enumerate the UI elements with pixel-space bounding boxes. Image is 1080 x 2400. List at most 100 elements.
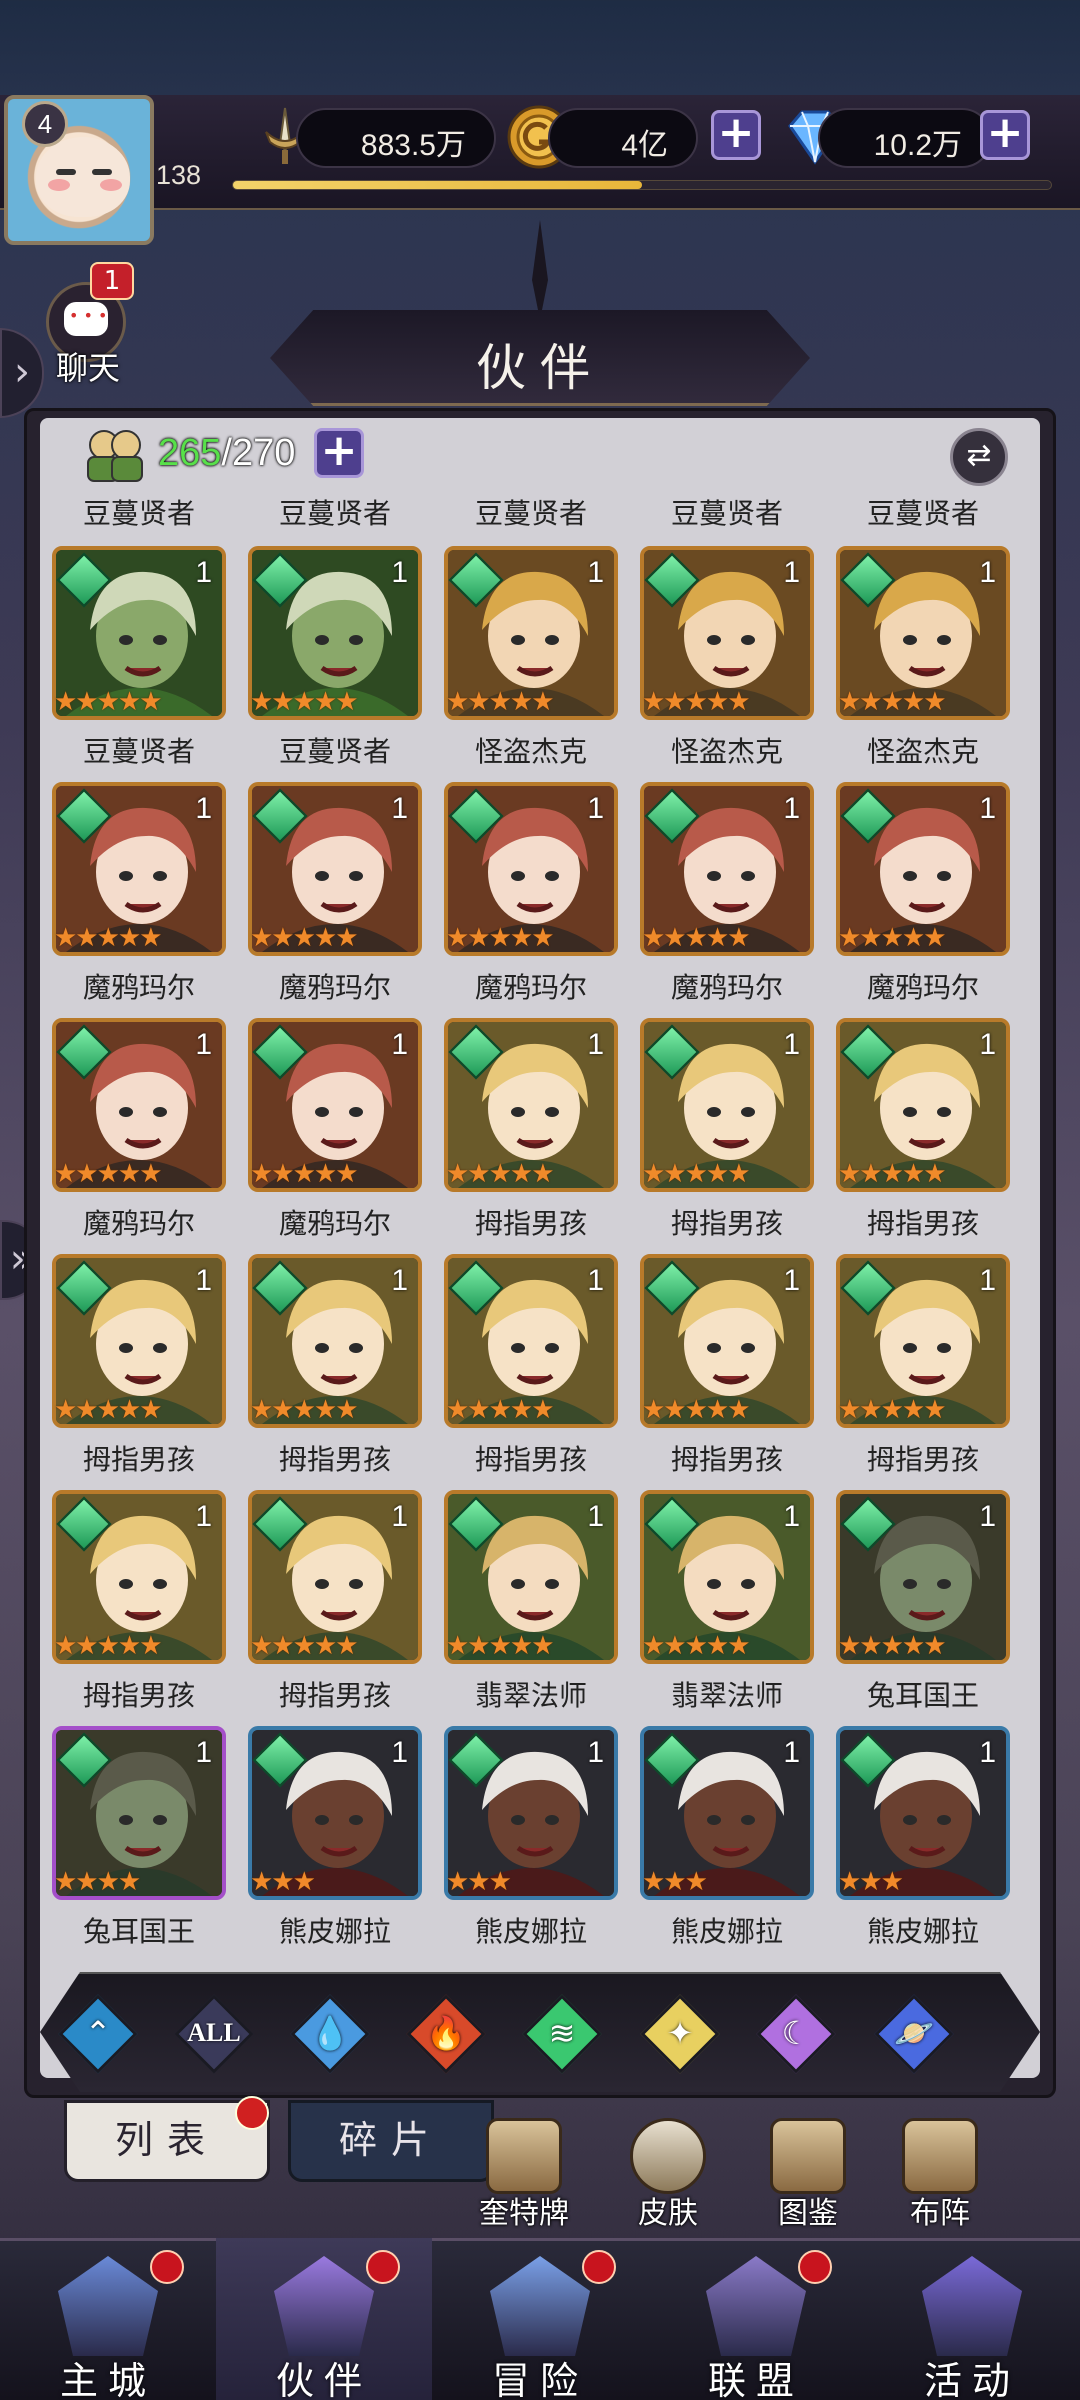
costume-icon <box>630 2118 706 2194</box>
partner-count: 1 <box>783 1500 800 1533</box>
shortcut-formation[interactable]: 布阵 <box>880 2118 1000 2231</box>
nav-shield[interactable]: 联盟 <box>648 2238 864 2400</box>
nav-witch-hat[interactable]: 伙伴 <box>216 2238 432 2400</box>
partner-name: 拇指男孩 <box>474 1207 587 1240</box>
partner-card[interactable]: 1 ★★★★★ 魔鸦玛尔 <box>246 782 424 1018</box>
partner-name: 拇指男孩 <box>670 1443 783 1476</box>
filter-fire-icon[interactable]: 🔥 <box>406 1994 486 2074</box>
card-icon <box>486 2118 562 2194</box>
nav-castle[interactable]: 主城 <box>0 2238 216 2400</box>
castle-icon <box>58 2256 158 2356</box>
partner-card[interactable]: 1 ★★★★★ 怪盗杰克 <box>442 546 620 782</box>
filter-water-drop-icon[interactable]: 💧 <box>290 1994 370 2074</box>
partner-card[interactable]: 1 ★★★★★ 魔鸦玛尔 <box>50 1018 228 1254</box>
filter-all-label: ALL <box>187 2018 241 2047</box>
partner-card[interactable]: 1 ★★★★★ 拇指男孩 <box>246 1490 424 1726</box>
partner-name: 魔鸦玛尔 <box>82 1207 195 1240</box>
partner-card[interactable]: 1 ★★★ 熊皮娜拉 <box>442 1726 620 1952</box>
partner-name: 熊皮娜拉 <box>278 1915 391 1948</box>
partner-card[interactable]: 1 ★★★★★ 拇指男孩 <box>638 1254 816 1490</box>
add-diamond-button[interactable]: + <box>980 110 1030 160</box>
partner-stars: ★★★★★ <box>446 687 555 717</box>
partner-name: 豆蔓贤者 <box>82 497 195 530</box>
partner-card[interactable]: 1 ★★★★★ 拇指男孩 <box>638 1018 816 1254</box>
partner-card[interactable]: 1 ★★★★★ 豆蔓贤者 <box>246 546 424 782</box>
filter-dark-moon-icon[interactable]: ☾ <box>756 1994 836 2074</box>
nav-notification-dot <box>798 2250 832 2284</box>
partner-stars: ★★★★★ <box>642 1159 751 1189</box>
partner-count: 1 <box>391 1264 408 1297</box>
nav-compass[interactable]: 冒险 <box>432 2238 648 2400</box>
partner-card[interactable]: 1 ★★★★★ 兔耳国王 <box>834 1490 1012 1726</box>
partner-card[interactable]: 1 ★★★★★ 魔鸦玛尔 <box>246 1018 424 1254</box>
filter-light-star-icon[interactable]: ✦ <box>640 1994 720 2074</box>
shortcut-card[interactable]: 奎特牌 <box>464 2118 584 2231</box>
nav-notification-dot <box>366 2250 400 2284</box>
partner-stars: ★★★★★ <box>838 1395 947 1425</box>
partner-card[interactable]: 1 ★★★★ 兔耳国王 <box>50 1726 228 1952</box>
partner-card[interactable]: 1 ★★★★★ 魔鸦玛尔 <box>50 782 228 1018</box>
partner-card[interactable]: 1 ★★★★★ 拇指男孩 <box>834 1018 1012 1254</box>
partner-name: 豆蔓贤者 <box>866 497 979 530</box>
partner-count: 1 <box>195 1028 212 1061</box>
shield-icon <box>706 2256 806 2356</box>
sort-toggle-icon[interactable]: ⇄ <box>950 428 1008 486</box>
partner-card[interactable]: 1 ★★★★★ 拇指男孩 <box>834 1254 1012 1490</box>
nav-label: 联盟 <box>707 2359 804 2400</box>
partner-card[interactable]: 1 ★★★★★ 豆蔓贤者 <box>50 546 228 782</box>
partner-name: 怪盗杰克 <box>866 735 979 768</box>
partner-card[interactable]: 1 ★★★★★ 怪盗杰克 <box>638 546 816 782</box>
partner-card[interactable]: 1 ★★★★★ 拇指男孩 <box>442 1254 620 1490</box>
partner-stars: ★★★★★ <box>838 687 947 717</box>
shortcut-codex[interactable]: 图鉴 <box>748 2118 868 2231</box>
partner-count: 1 <box>587 1736 604 1769</box>
partner-name: 兔耳国王 <box>82 1915 195 1948</box>
partner-card[interactable]: 1 ★★★★★ 魔鸦玛尔 <box>442 782 620 1018</box>
partner-name: 拇指男孩 <box>82 1443 195 1476</box>
shortcut-costume[interactable]: 皮肤 <box>608 2118 728 2231</box>
partner-name: 豆蔓贤者 <box>670 497 783 530</box>
partner-name: 魔鸦玛尔 <box>474 971 587 1004</box>
partner-card[interactable]: 1 ★★★★★ 拇指男孩 <box>442 1018 620 1254</box>
partner-card[interactable]: 1 ★★★★★ 翡翠法师 <box>442 1490 620 1726</box>
filter-all-button[interactable]: ALL <box>174 1994 254 2074</box>
partner-name: 拇指男孩 <box>82 1679 195 1712</box>
roster-max: /270 <box>221 432 296 474</box>
partner-card[interactable]: 1 ★★★ 熊皮娜拉 <box>638 1726 816 1952</box>
expand-roster-button[interactable]: + <box>314 428 364 478</box>
nav-label: 主城 <box>59 2359 156 2400</box>
avatar-eye <box>56 169 76 175</box>
filter-wind-icon[interactable]: ≋ <box>522 1994 602 2074</box>
partner-count: 1 <box>783 556 800 589</box>
partner-card[interactable]: 1 ★★★★★ 怪盗杰克 <box>834 546 1012 782</box>
partner-count: 1 <box>979 792 996 825</box>
filter-light-blue-icon[interactable]: ⌃ <box>58 1994 138 2074</box>
power-value: 883.5万 <box>360 129 466 162</box>
partner-card[interactable]: 1 ★★★★★ 翡翠法师 <box>638 1490 816 1726</box>
partner-name: 魔鸦玛尔 <box>278 1207 391 1240</box>
avatar-eye <box>92 169 112 175</box>
partner-name: 怪盗杰克 <box>474 735 587 768</box>
partner-stars: ★★★★★ <box>838 1631 947 1661</box>
shortcut-label: 奎特牌 <box>479 2196 569 2231</box>
nav-cards[interactable]: 活动 <box>864 2238 1080 2400</box>
partner-card[interactable]: 1 ★★★★★ 魔鸦玛尔 <box>834 782 1012 1018</box>
partner-card[interactable]: 1 ★★★★★ 魔鸦玛尔 <box>638 782 816 1018</box>
roster-current: 265 <box>158 432 222 474</box>
partner-count: 1 <box>391 1028 408 1061</box>
exp-progress-fill <box>233 181 642 189</box>
diamond-value: 10.2万 <box>873 129 962 162</box>
partner-card[interactable]: 1 ★★★★★ 拇指男孩 <box>50 1254 228 1490</box>
partner-count: 1 <box>979 556 996 589</box>
add-gold-button[interactable]: + <box>711 110 761 160</box>
partner-stars: ★★★★★ <box>54 1631 163 1661</box>
shortcut-label: 布阵 <box>910 2196 970 2231</box>
partner-card[interactable]: 1 ★★★ 熊皮娜拉 <box>246 1726 424 1952</box>
partner-card[interactable]: 1 ★★★ 熊皮娜拉 <box>834 1726 1012 1952</box>
partner-count: 1 <box>587 1264 604 1297</box>
partner-count: 1 <box>587 792 604 825</box>
filter-planet-icon[interactable]: 🪐 <box>874 1994 954 2074</box>
partner-card[interactable]: 1 ★★★★★ 拇指男孩 <box>50 1490 228 1726</box>
partner-stars: ★★★★★ <box>446 1159 555 1189</box>
partner-card[interactable]: 1 ★★★★★ 拇指男孩 <box>246 1254 424 1490</box>
